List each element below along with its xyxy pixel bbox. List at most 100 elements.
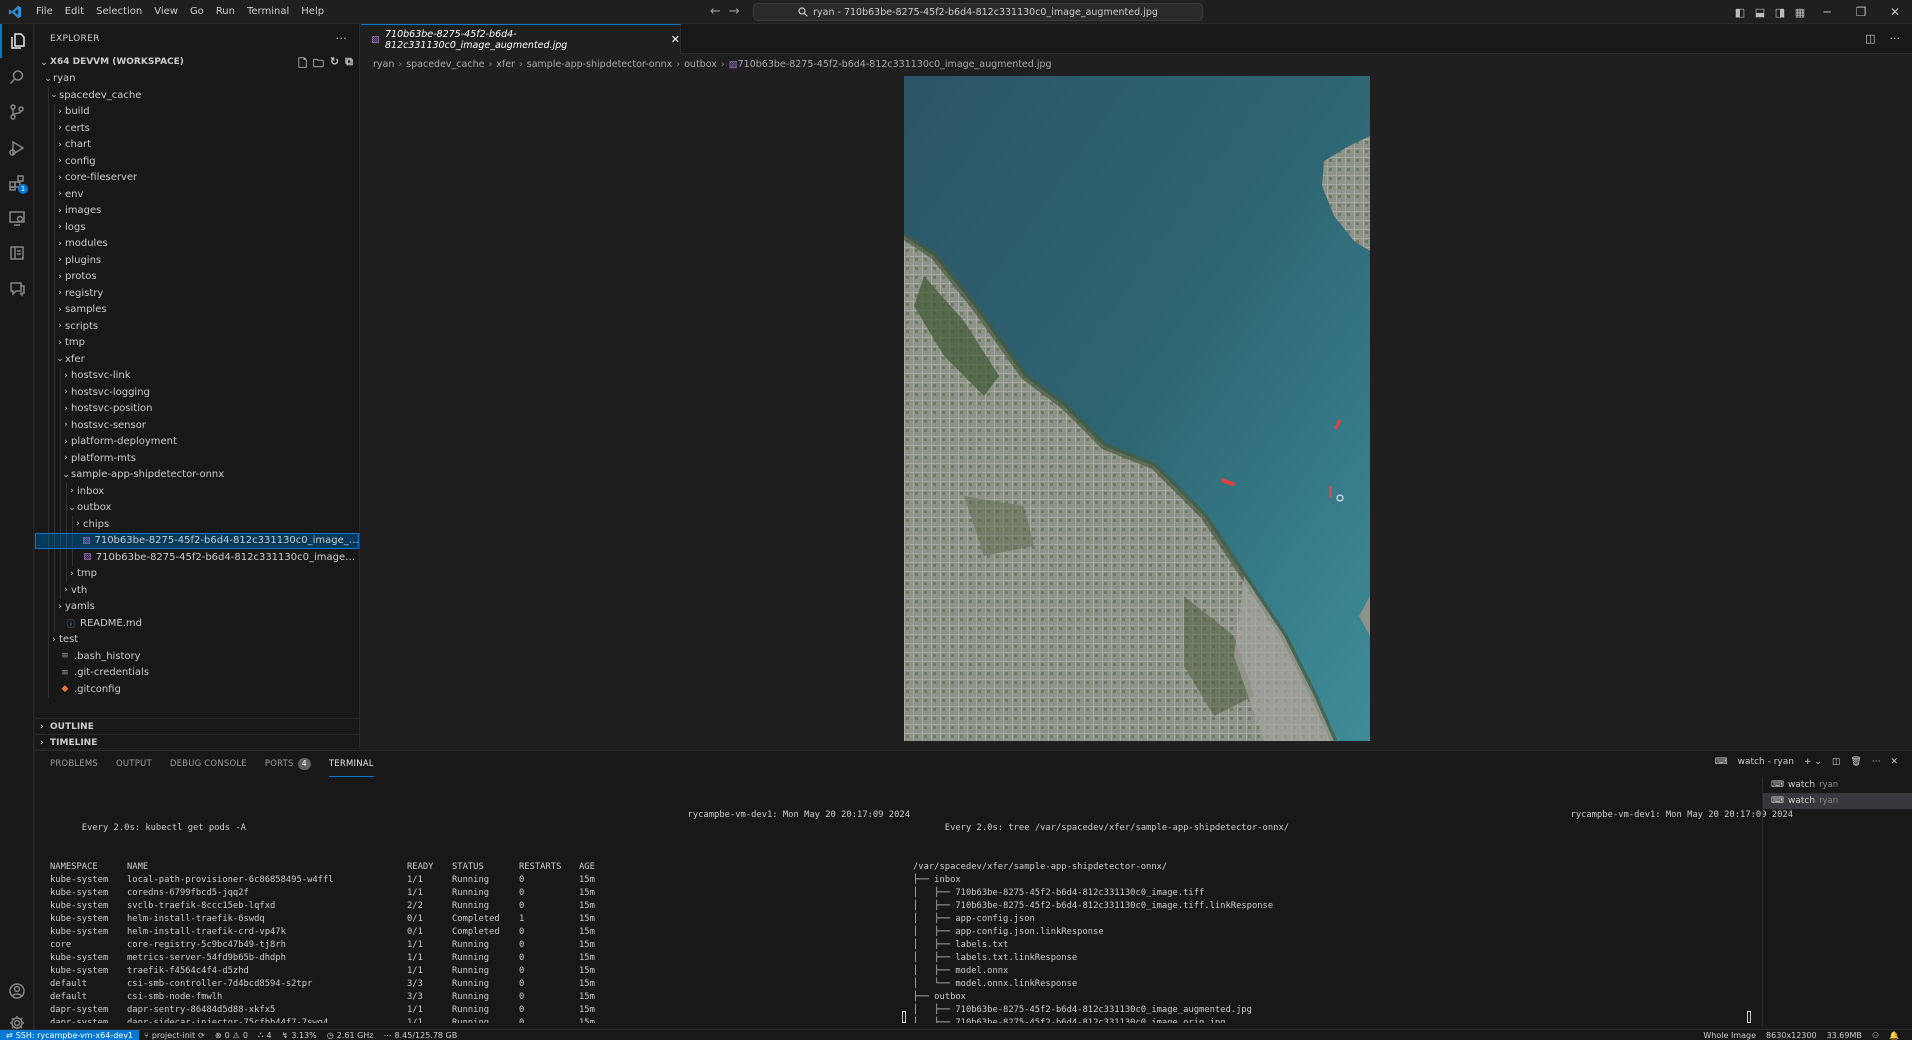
- forward-arrow-icon[interactable]: →: [729, 3, 740, 21]
- tree-folder[interactable]: › yamls: [35, 598, 359, 615]
- tree-folder[interactable]: › certs: [35, 120, 359, 137]
- breadcrumb-item[interactable]: sample-app-shipdetector-onnx: [527, 59, 673, 70]
- tree-folder[interactable]: › hostsvc-link: [35, 367, 359, 384]
- tree-folder[interactable]: › hostsvc-sensor: [35, 417, 359, 434]
- minimize-icon[interactable]: ─: [1810, 5, 1844, 19]
- tree-folder[interactable]: ⌄ spacedev_cache: [35, 87, 359, 104]
- tab-ports[interactable]: PORTS 4: [265, 751, 311, 777]
- close-tab-icon[interactable]: ✕: [671, 33, 680, 46]
- remote-explorer-activity[interactable]: [0, 201, 34, 235]
- tree-folder[interactable]: ⌄ xfer: [35, 351, 359, 368]
- accounts-activity[interactable]: [0, 974, 34, 1008]
- breadcrumb-item[interactable]: 710b63be-8275-45f2-b6d4-812c331130c0_ima…: [738, 59, 1052, 70]
- back-arrow-icon[interactable]: ←: [710, 3, 721, 21]
- split-editor-icon[interactable]: ◫: [1865, 32, 1875, 45]
- toggle-sidebar-icon[interactable]: ◧: [1730, 6, 1750, 19]
- toggle-panel-icon[interactable]: ⬓: [1750, 6, 1770, 19]
- terminal-kubectl[interactable]: Every 2.0s: kubectl get pods -A rycampbe…: [50, 783, 910, 1023]
- tree-folder[interactable]: › hostsvc-logging: [35, 384, 359, 401]
- tree-file[interactable]: ≡ .bash_history: [35, 648, 359, 665]
- tree-folder[interactable]: › tmp: [35, 334, 359, 351]
- menu-go[interactable]: Go: [184, 0, 210, 24]
- tree-folder[interactable]: › inbox: [35, 483, 359, 500]
- tree-folder[interactable]: › env: [35, 186, 359, 203]
- tree-folder[interactable]: › tmp: [35, 565, 359, 582]
- toggle-secondary-sidebar-icon[interactable]: ◨: [1770, 6, 1790, 19]
- search-activity[interactable]: [0, 60, 34, 94]
- tree-file[interactable]: ≡ .git-credentials: [35, 664, 359, 681]
- tree-file[interactable]: ▨ 710b63be-8275-45f2-b6d4-812c331130c0_im…: [35, 549, 359, 566]
- tree-folder[interactable]: › samples: [35, 301, 359, 318]
- extensions-activity[interactable]: 1: [0, 166, 34, 200]
- ports-indicator[interactable]: ⛬ 4: [253, 1030, 277, 1040]
- tree-folder[interactable]: ⌄ ryan: [35, 71, 359, 88]
- menu-help[interactable]: Help: [295, 0, 330, 24]
- tab-debug-console[interactable]: DEBUG CONSOLE: [170, 751, 247, 777]
- tab-problems[interactable]: PROBLEMS: [50, 751, 98, 777]
- menu-edit[interactable]: Edit: [59, 0, 90, 24]
- tree-folder[interactable]: › images: [35, 202, 359, 219]
- breadcrumb-item[interactable]: xfer: [496, 59, 515, 70]
- explorer-activity[interactable]: [0, 24, 34, 58]
- tree-file[interactable]: ◆ .gitconfig: [35, 681, 359, 698]
- tab-output[interactable]: OUTPUT: [116, 751, 152, 777]
- terminal-tree[interactable]: Every 2.0s: tree /var/spacedev/xfer/samp…: [913, 783, 1793, 1023]
- command-center-search[interactable]: ryan - 710b63be-8275-45f2-b6d4-812c33113…: [753, 3, 1203, 21]
- tree-folder[interactable]: › platform-deployment: [35, 433, 359, 450]
- outline-section[interactable]: › OUTLINE: [35, 718, 359, 734]
- menu-file[interactable]: File: [30, 0, 59, 24]
- editor-tab-active[interactable]: ▨ 710b63be-8275-45f2-b6d4-812c331130c0_i…: [361, 24, 681, 54]
- chat-activity[interactable]: [0, 271, 34, 305]
- breadcrumb-item[interactable]: outbox: [684, 59, 717, 70]
- branch-indicator[interactable]: ⑂ project-init ⟳: [139, 1031, 210, 1040]
- menu-view[interactable]: View: [148, 0, 184, 24]
- terminal-list-item[interactable]: ⌨ watch ryan: [1763, 777, 1912, 793]
- tree-file[interactable]: ⓘ README.md: [35, 615, 359, 632]
- tree-folder[interactable]: › modules: [35, 235, 359, 252]
- tree-file[interactable]: ▨ 710b63be-8275-45f2-b6d4-812c331130c0_im…: [35, 532, 359, 549]
- tree-folder[interactable]: › logs: [35, 219, 359, 236]
- trash-icon[interactable]: 🗑: [1850, 757, 1861, 767]
- satellite-image[interactable]: [904, 76, 1370, 741]
- menu-run[interactable]: Run: [210, 0, 241, 24]
- tree-folder[interactable]: › chart: [35, 136, 359, 153]
- tree-folder[interactable]: › registry: [35, 285, 359, 302]
- menu-terminal[interactable]: Terminal: [241, 0, 295, 24]
- tree-folder[interactable]: › config: [35, 153, 359, 170]
- source-control-activity[interactable]: [0, 95, 34, 129]
- restore-icon[interactable]: ❐: [1844, 5, 1878, 19]
- run-debug-activity[interactable]: [0, 131, 34, 165]
- tree-folder[interactable]: › core-fileserver: [35, 169, 359, 186]
- new-terminal-icon[interactable]: + ⌄: [1804, 757, 1822, 767]
- tree-folder[interactable]: › platform-mts: [35, 450, 359, 467]
- tab-terminal[interactable]: TERMINAL: [328, 751, 374, 777]
- notebook-activity[interactable]: [0, 236, 34, 270]
- close-panel-icon[interactable]: ✕: [1890, 757, 1898, 767]
- breadcrumb-item[interactable]: ryan: [373, 59, 394, 70]
- zoom-indicator[interactable]: Whole Image: [1698, 1031, 1761, 1040]
- menu-selection[interactable]: Selection: [90, 0, 148, 24]
- tree-folder[interactable]: › scripts: [35, 318, 359, 335]
- accounts-status-icon[interactable]: ⚇: [1867, 1031, 1884, 1040]
- problems-indicator[interactable]: ⊗ 0 ⚠ 0: [210, 1031, 253, 1040]
- close-window-icon[interactable]: ✕: [1878, 5, 1912, 19]
- tree-folder[interactable]: › plugins: [35, 252, 359, 269]
- more-actions-icon[interactable]: ···: [1872, 757, 1881, 767]
- more-actions-icon[interactable]: ···: [336, 32, 347, 45]
- tree-folder[interactable]: ⌄ sample-app-shipdetector-onnx: [35, 466, 359, 483]
- workspace-header[interactable]: ⌄ X64 DEVVM (WORKSPACE) 🗋 🗀 ↻ ⧉: [35, 54, 359, 71]
- timeline-section[interactable]: › TIMELINE: [35, 734, 359, 748]
- tree-folder[interactable]: › build: [35, 103, 359, 120]
- terminal-list-item[interactable]: ⌨ watch ryan: [1763, 793, 1912, 809]
- split-terminal-icon[interactable]: ◫: [1832, 757, 1841, 767]
- breadcrumb-item[interactable]: spacedev_cache: [406, 59, 484, 70]
- remote-indicator[interactable]: ⇄ SSH: rycampbe-vm-x64-dev1: [0, 1029, 140, 1040]
- more-actions-icon[interactable]: ···: [1890, 32, 1901, 45]
- tree-folder[interactable]: › vth: [35, 582, 359, 599]
- active-terminal-label[interactable]: watch - ryan: [1738, 757, 1794, 767]
- tree-folder[interactable]: › protos: [35, 268, 359, 285]
- tree-folder[interactable]: › test: [35, 631, 359, 648]
- tree-folder[interactable]: › hostsvc-position: [35, 400, 359, 417]
- customize-layout-icon[interactable]: ▦: [1790, 6, 1810, 19]
- tree-folder[interactable]: › chips: [35, 516, 359, 533]
